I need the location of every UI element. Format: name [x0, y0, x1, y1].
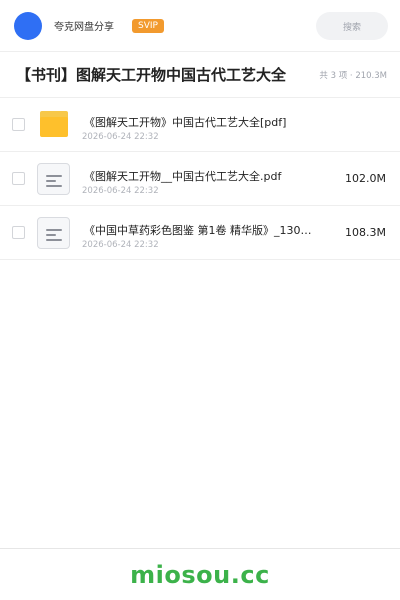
file-name[interactable]: 《图解天工开物》中国古代工艺大全[pdf]: [84, 114, 314, 130]
file-date: 2026-06-24 22:32: [82, 186, 159, 196]
title-row: 【书刊】图解天工开物中国古代工艺大全 共 3 项 · 210.3M: [0, 52, 400, 98]
search-input[interactable]: 搜索: [316, 12, 388, 40]
list-item[interactable]: 《图解天工开物》中国古代工艺大全[pdf] 2026-06-24 22:32: [0, 98, 400, 152]
document-icon: [37, 217, 70, 249]
file-size: 108.3M: [345, 226, 386, 239]
list-item[interactable]: 《中国中草药彩色图鉴 第1卷 精华版》_130… 2026-06-24 22:3…: [0, 206, 400, 260]
avatar[interactable]: [14, 11, 42, 40]
list-item[interactable]: 《图解天工开物__中国古代工艺大全.pdf 2026-06-24 22:32 1…: [0, 152, 400, 206]
file-size: 102.0M: [345, 172, 386, 185]
file-date: 2026-06-24 22:32: [82, 132, 159, 142]
select-checkbox[interactable]: [12, 226, 25, 239]
header-bar: 夸克网盘分享 SVIP 搜索: [0, 0, 400, 52]
page-title: 【书刊】图解天工开物中国古代工艺大全: [16, 66, 287, 84]
select-checkbox[interactable]: [12, 172, 25, 185]
select-checkbox[interactable]: [12, 118, 25, 131]
document-icon: [37, 163, 70, 195]
watermark: miosou.cc: [130, 560, 270, 589]
file-list: 《图解天工开物》中国古代工艺大全[pdf] 2026-06-24 22:32 《…: [0, 98, 400, 260]
file-name[interactable]: 《中国中草药彩色图鉴 第1卷 精华版》_130…: [84, 222, 314, 238]
app-name: 夸克网盘分享: [54, 22, 114, 33]
folder-icon: [40, 111, 68, 137]
item-count-summary: 共 3 项 · 210.3M: [319, 70, 387, 81]
svip-badge: SVIP: [132, 18, 164, 33]
footer-bar: miosou.cc: [0, 548, 400, 600]
file-name[interactable]: 《图解天工开物__中国古代工艺大全.pdf: [84, 168, 314, 184]
file-date: 2026-06-24 22:32: [82, 240, 159, 250]
search-placeholder: 搜索: [342, 22, 361, 33]
